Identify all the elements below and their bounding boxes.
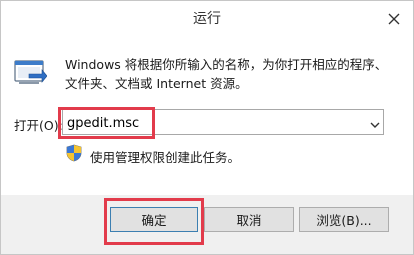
close-button[interactable] <box>383 9 405 29</box>
close-icon <box>388 13 400 25</box>
shield-icon <box>66 144 82 166</box>
title-bar[interactable]: 运行 <box>1 1 413 35</box>
dropdown-button[interactable] <box>370 116 380 135</box>
chevron-down-icon <box>370 122 380 128</box>
open-label: 打开(O): <box>14 118 63 133</box>
admin-note: 使用管理权限创建此任务。 <box>90 150 241 165</box>
cancel-button[interactable]: 取消 <box>204 207 294 232</box>
open-input[interactable] <box>67 114 357 132</box>
window-title: 运行 <box>193 11 221 27</box>
dialog-description: Windows 将根据你所输入的名称，为你打开相应的程序、文件夹、文档或 Int… <box>65 57 388 91</box>
ok-button[interactable]: 确定 <box>110 207 198 232</box>
open-combobox[interactable] <box>62 109 384 135</box>
run-icon <box>13 57 48 91</box>
run-dialog: 运行 Windows 将根据你所输入的名称，为你打开相应的程序、文件夹、文档或 … <box>0 0 414 255</box>
browse-button[interactable]: 浏览(B)... <box>299 207 389 232</box>
